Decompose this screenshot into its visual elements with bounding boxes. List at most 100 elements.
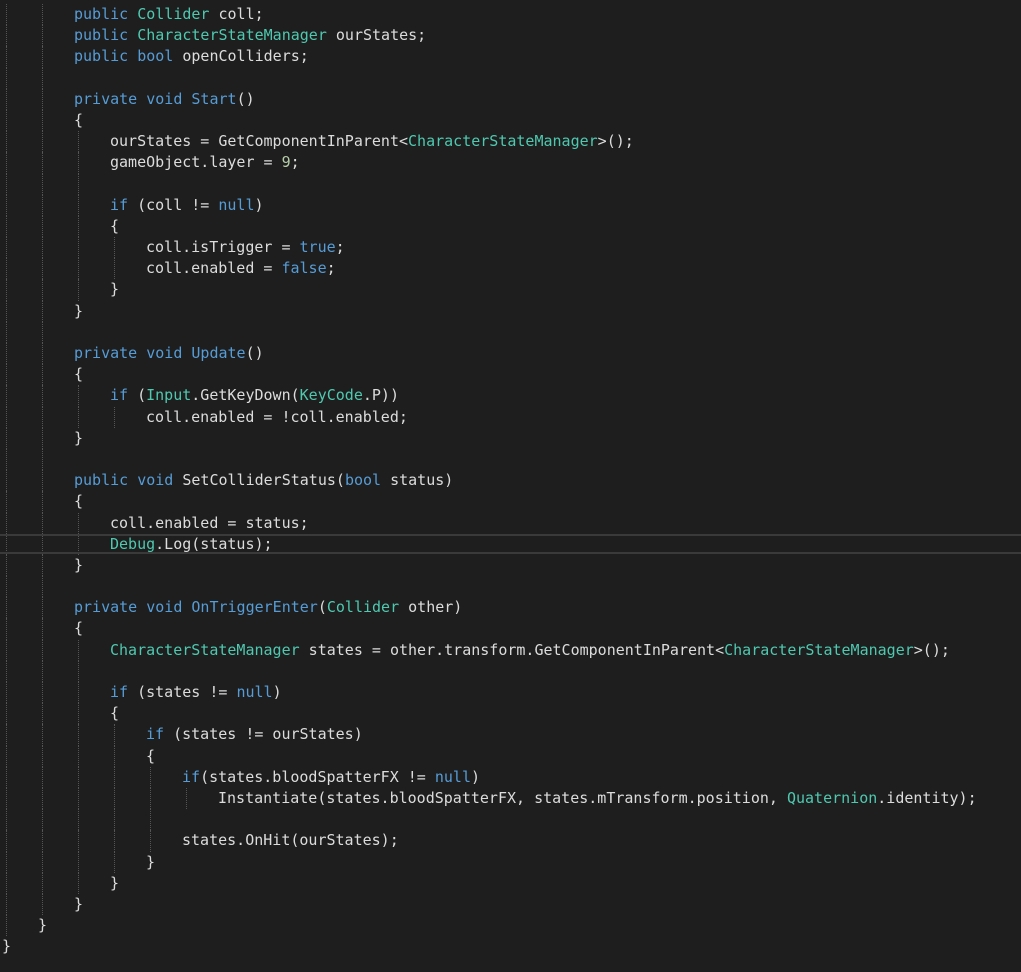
code-line[interactable]: [0, 448, 1021, 471]
indent-guide: [42, 893, 43, 916]
code-line[interactable]: }: [0, 427, 1021, 449]
indent-guide: [186, 787, 187, 810]
code-line[interactable]: public void SetColliderStatus(bool statu…: [0, 470, 1021, 492]
code-token: null: [236, 683, 273, 701]
indent-guide: [42, 279, 43, 301]
code-line[interactable]: {: [0, 618, 1021, 640]
code-line[interactable]: {: [0, 745, 1021, 767]
indent-guide: [78, 724, 79, 746]
code-line[interactable]: {: [0, 109, 1021, 132]
code-token: OnTriggerEnter: [191, 598, 318, 617]
indent-guide: [114, 787, 115, 810]
code-line[interactable]: [0, 321, 1021, 343]
code-line[interactable]: }: [0, 893, 1021, 916]
indent-guide: [42, 364, 43, 386]
code-lines: public Collider coll; public CharacterSta…: [0, 4, 1021, 957]
code-line[interactable]: if (states != ourStates): [0, 724, 1021, 746]
indent-guide: [6, 67, 7, 89]
code-text: {: [74, 491, 83, 512]
code-line[interactable]: public CharacterStateManager ourStates;: [0, 25, 1021, 47]
code-line[interactable]: }: [0, 279, 1021, 301]
indent-guide: [78, 131, 79, 153]
code-line[interactable]: ourStates = GetComponentInParent<Charact…: [0, 131, 1021, 153]
code-line[interactable]: coll.enabled = false;: [0, 258, 1021, 280]
code-token: coll.isTrigger =: [146, 238, 300, 257]
code-line[interactable]: coll.enabled = status;: [0, 512, 1021, 534]
code-line[interactable]: gameObject.layer = 9;: [0, 152, 1021, 174]
code-line[interactable]: {: [0, 491, 1021, 513]
code-line[interactable]: [0, 67, 1021, 89]
code-token: status): [381, 471, 454, 490]
code-line[interactable]: public Collider coll;: [0, 4, 1021, 26]
indent-guide: [6, 809, 7, 831]
code-token: private: [74, 344, 138, 362]
code-token: private: [74, 89, 138, 108]
indent-guide: [42, 343, 43, 365]
code-token: {: [74, 619, 84, 638]
code-line[interactable]: }: [0, 300, 1021, 322]
code-line[interactable]: if (states != null): [0, 682, 1021, 704]
indent-guide: [6, 660, 7, 682]
indent-guide: [78, 787, 79, 810]
code-line[interactable]: [0, 173, 1021, 195]
code-line[interactable]: }: [0, 936, 1021, 957]
indent-guide: [114, 766, 115, 788]
indent-guide: [42, 639, 43, 661]
indent-guide: [6, 512, 7, 534]
indent-guide: [78, 194, 79, 216]
code-line[interactable]: private void OnTriggerEnter(Collider oth…: [0, 597, 1021, 619]
code-line[interactable]: if(states.bloodSpatterFX != null): [0, 766, 1021, 788]
indent-guide: [6, 830, 7, 852]
indent-guide: [42, 830, 43, 852]
indent-guide: [114, 809, 115, 831]
code-line[interactable]: if (Input.GetKeyDown(KeyCode.P)): [0, 385, 1021, 407]
code-line[interactable]: }: [0, 851, 1021, 873]
code-token: ;: [290, 153, 300, 172]
code-text: coll.enabled = false;: [146, 258, 336, 279]
code-token: {: [110, 216, 120, 235]
indent-guide: [42, 597, 43, 619]
code-token: ): [471, 767, 481, 786]
code-line[interactable]: [0, 660, 1021, 682]
code-line[interactable]: if (coll != null): [0, 194, 1021, 216]
code-line[interactable]: }: [0, 872, 1021, 894]
code-line[interactable]: Instantiate(states.bloodSpatterFX, state…: [0, 787, 1021, 810]
code-token: false: [281, 259, 327, 278]
code-line[interactable]: coll.enabled = !coll.enabled;: [0, 406, 1021, 428]
code-line[interactable]: {: [0, 703, 1021, 725]
code-token: }: [74, 894, 84, 913]
code-editor[interactable]: public Collider coll; public CharacterSta…: [0, 0, 1021, 972]
code-line[interactable]: {: [0, 215, 1021, 238]
code-line[interactable]: [0, 809, 1021, 831]
code-text: if (states != ourStates): [146, 724, 363, 745]
code-line[interactable]: CharacterStateManager states = other.tra…: [0, 639, 1021, 661]
indent-guide: [78, 279, 79, 301]
indent-guide: [6, 300, 7, 322]
code-token: ): [254, 195, 264, 214]
code-text: {: [74, 364, 83, 385]
code-line[interactable]: public bool openColliders;: [0, 46, 1021, 68]
indent-guide: [6, 576, 7, 598]
code-token: .P)): [362, 386, 399, 405]
code-text: if(states.bloodSpatterFX != null): [182, 767, 480, 788]
code-line[interactable]: Debug.Log(status);: [0, 533, 1021, 555]
code-token: .GetKeyDown(: [191, 386, 300, 405]
code-token: Collider: [137, 5, 210, 23]
code-line[interactable]: {: [0, 364, 1021, 386]
code-line[interactable]: }: [0, 915, 1021, 937]
indent-guide: [78, 766, 79, 788]
indent-guide: [42, 512, 43, 534]
code-line[interactable]: }: [0, 554, 1021, 577]
code-line[interactable]: [0, 576, 1021, 598]
indent-guide: [42, 448, 43, 471]
indent-guide: [78, 152, 79, 174]
code-line[interactable]: private void Update(): [0, 343, 1021, 365]
code-token: void: [146, 598, 183, 617]
indent-guide: [114, 851, 115, 873]
code-line[interactable]: states.OnHit(ourStates);: [0, 830, 1021, 852]
code-line[interactable]: private void Start(): [0, 88, 1021, 110]
indent-guide: [6, 46, 7, 68]
indent-guide: [42, 745, 43, 767]
code-line[interactable]: coll.isTrigger = true;: [0, 237, 1021, 259]
